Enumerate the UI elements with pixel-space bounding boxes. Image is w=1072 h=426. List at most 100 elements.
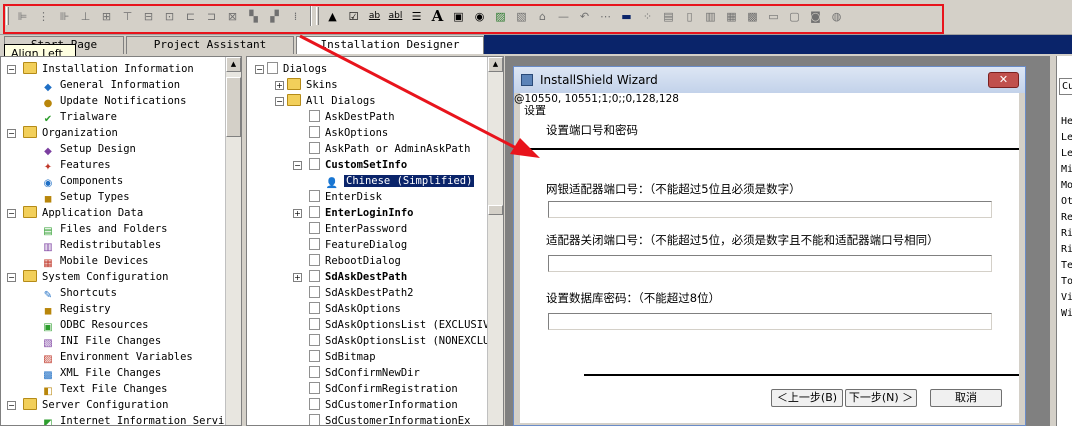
progress-icon[interactable]: ▬: [616, 6, 637, 26]
next-button[interactable]: 下一步(N) ＞: [845, 389, 917, 407]
tree-collapse-icon[interactable]: −: [7, 65, 16, 74]
scroll-up-icon[interactable]: ▲: [226, 57, 241, 72]
cancel-button[interactable]: 取消: [930, 389, 1002, 407]
property-row[interactable]: Ri: [1061, 226, 1072, 242]
dialog-item[interactable]: SdAskOptions: [309, 301, 401, 317]
dialog-item[interactable]: SdConfirmNewDir: [309, 365, 420, 381]
tree-item[interactable]: ✎ Shortcuts: [41, 285, 117, 301]
dialog-item[interactable]: FeatureDialog: [309, 237, 407, 253]
scroll-thumb[interactable]: [488, 205, 503, 215]
align-center-icon[interactable]: ⋮: [33, 6, 54, 26]
tree-collapse-icon[interactable]: −: [275, 97, 284, 106]
port-input[interactable]: [548, 201, 992, 218]
send-to-back-icon[interactable]: ▞: [264, 6, 285, 26]
left-tree-scrollbar[interactable]: ▲: [225, 57, 241, 425]
line-icon[interactable]: —: [553, 6, 574, 26]
combobox-icon[interactable]: ▥: [700, 6, 721, 26]
dialog-item[interactable]: CustomSetInfo: [309, 157, 407, 173]
header-divider[interactable]: [520, 148, 1019, 150]
tree-item[interactable]: ▦ Mobile Devices: [41, 253, 148, 269]
dialog-item[interactable]: AskOptions: [309, 125, 388, 141]
tree-item[interactable]: ◉ Components: [41, 173, 124, 189]
property-row[interactable]: Re: [1061, 210, 1072, 226]
property-row[interactable]: He: [1061, 114, 1072, 130]
radio-button-icon[interactable]: ◉: [469, 6, 490, 26]
tree-expand-icon[interactable]: +: [293, 273, 302, 282]
dialog-item[interactable]: SdAskDestPath: [309, 269, 407, 285]
slider-icon[interactable]: ⋯: [595, 6, 616, 26]
property-row[interactable]: Le: [1061, 146, 1072, 162]
toolbar-grip[interactable]: [6, 7, 9, 25]
property-row[interactable]: Vi: [1061, 290, 1072, 306]
treeview-icon[interactable]: ▤: [658, 6, 679, 26]
scroll-up-icon[interactable]: ▲: [488, 57, 503, 72]
tab-icon[interactable]: ▭: [763, 6, 784, 26]
dialog-item[interactable]: RebootDialog: [309, 253, 401, 269]
tree-item[interactable]: ◆ General Information: [41, 77, 180, 93]
bitmap-icon[interactable]: ▨: [490, 6, 511, 26]
dialog-item[interactable]: EnterPassword: [309, 221, 407, 237]
ip-address-icon[interactable]: ◍: [826, 6, 847, 26]
dialogs-tree-scrollbar[interactable]: ▲: [487, 57, 503, 425]
tab-installation-designer[interactable]: Installation Designer: [296, 36, 484, 54]
dialog-item[interactable]: SdAskOptionsList (NONEXCLUS: [309, 333, 496, 349]
close-icon[interactable]: ✕: [988, 72, 1019, 88]
tree-collapse-icon[interactable]: −: [7, 273, 16, 282]
icon-control-icon[interactable]: ▧: [511, 6, 532, 26]
tree-item[interactable]: ▤ Files and Folders: [41, 221, 167, 237]
tree-group[interactable]: System Configuration: [23, 269, 168, 285]
tree-collapse-icon[interactable]: −: [7, 129, 16, 138]
groupbox-icon[interactable]: ▣: [448, 6, 469, 26]
dialog-item[interactable]: SdCustomerInformation: [309, 397, 458, 413]
dialog-item[interactable]: SdCustomerInformationEx: [309, 413, 470, 425]
align-middle-icon[interactable]: ⊞: [96, 6, 117, 26]
skins-folder[interactable]: Skins: [287, 77, 338, 93]
property-row[interactable]: Le: [1061, 130, 1072, 146]
property-row[interactable]: To: [1061, 274, 1072, 290]
property-row[interactable]: Te: [1061, 258, 1072, 274]
dialogs-root[interactable]: Dialogs: [267, 61, 327, 77]
align-right-icon[interactable]: ⊪: [54, 6, 75, 26]
dialog-item[interactable]: SdBitmap: [309, 349, 376, 365]
richedit-icon[interactable]: ▯: [679, 6, 700, 26]
tree-item[interactable]: ● Update Notifications: [41, 93, 187, 109]
align-top-icon[interactable]: ⊤: [117, 6, 138, 26]
scrollbar-icon[interactable]: ↶: [574, 6, 595, 26]
tree-collapse-icon[interactable]: −: [7, 401, 16, 410]
dialog-item[interactable]: SdAskOptionsList (EXCLUSIVE: [309, 317, 496, 333]
make-same-size-icon[interactable]: ⊠: [222, 6, 243, 26]
property-row[interactable]: Ot: [1061, 194, 1072, 210]
listbox-icon[interactable]: ☰: [406, 6, 427, 26]
tree-item[interactable]: ▥ Redistributables: [41, 237, 161, 253]
tree-expand-icon[interactable]: +: [275, 81, 284, 90]
space-down-icon[interactable]: ⊡: [159, 6, 180, 26]
properties-combo[interactable]: Cu: [1059, 78, 1072, 95]
space-across-icon[interactable]: ⊟: [138, 6, 159, 26]
custom-icon[interactable]: ▢: [784, 6, 805, 26]
tree-item[interactable]: ✦ Features: [41, 157, 111, 173]
property-row[interactable]: Ri: [1061, 242, 1072, 258]
tree-collapse-icon[interactable]: −: [255, 65, 264, 74]
pushbutton-icon[interactable]: ⌂: [532, 6, 553, 26]
dialog-item[interactable]: SdAskDestPath2: [309, 285, 414, 301]
close-port-input[interactable]: [548, 255, 992, 272]
all-dialogs-folder[interactable]: All Dialogs: [287, 93, 376, 109]
dialog-item[interactable]: AskDestPath: [309, 109, 395, 125]
editfield-icon[interactable]: ab: [364, 6, 385, 26]
tree-item[interactable]: ◼ Setup Types: [41, 189, 130, 205]
checkbox-icon[interactable]: ☑: [343, 6, 364, 26]
billboard-icon[interactable]: ▩: [742, 6, 763, 26]
tree-item[interactable]: ◧ Text File Changes: [41, 381, 167, 397]
property-row[interactable]: Mo: [1061, 178, 1072, 194]
textarea-icon[interactable]: abl: [385, 6, 406, 26]
db-password-input[interactable]: [548, 313, 992, 330]
align-left-icon[interactable]: ⊫: [12, 6, 33, 26]
tree-item[interactable]: ✔ Trialware: [41, 109, 117, 125]
tree-item[interactable]: ◆ Setup Design: [41, 141, 136, 157]
hyperlink-icon[interactable]: ▦: [721, 6, 742, 26]
dialog-language-item[interactable]: 👤 Chinese (Simplified): [325, 173, 475, 189]
footer-divider[interactable]: [584, 374, 1019, 376]
tree-item[interactable]: ▨ Environment Variables: [41, 349, 193, 365]
property-row[interactable]: Wi: [1061, 306, 1072, 322]
tree-item[interactable]: ▩ XML File Changes: [41, 365, 161, 381]
